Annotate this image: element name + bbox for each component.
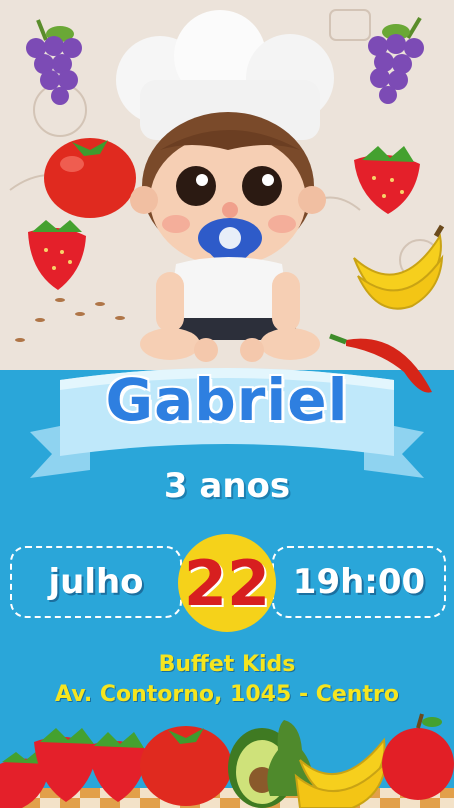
party-day: 22: [183, 546, 271, 620]
banana-icon: [353, 224, 445, 310]
child-name: Gabriel: [105, 366, 349, 434]
month-box: julho: [10, 546, 182, 618]
time-box: 19h:00: [272, 546, 446, 618]
venue-name: Buffet Kids: [158, 652, 296, 677]
grapes-icon: [26, 19, 82, 105]
baby-chef-illustration: [116, 10, 334, 362]
party-time: 19h:00: [292, 562, 426, 602]
day-circle: 22: [178, 534, 276, 632]
tomato-icon: [44, 138, 136, 218]
child-age: 3 anos: [163, 466, 291, 506]
strawberry-icon: [354, 146, 420, 214]
party-month: julho: [48, 562, 144, 602]
top-illustration: [9, 9, 445, 393]
tomato-icon: [140, 726, 232, 806]
bottom-fruits-illustration: [0, 713, 454, 808]
grapes-icon: [368, 16, 424, 104]
apple-icon: [382, 713, 454, 800]
strawberry-icon: [28, 220, 86, 290]
